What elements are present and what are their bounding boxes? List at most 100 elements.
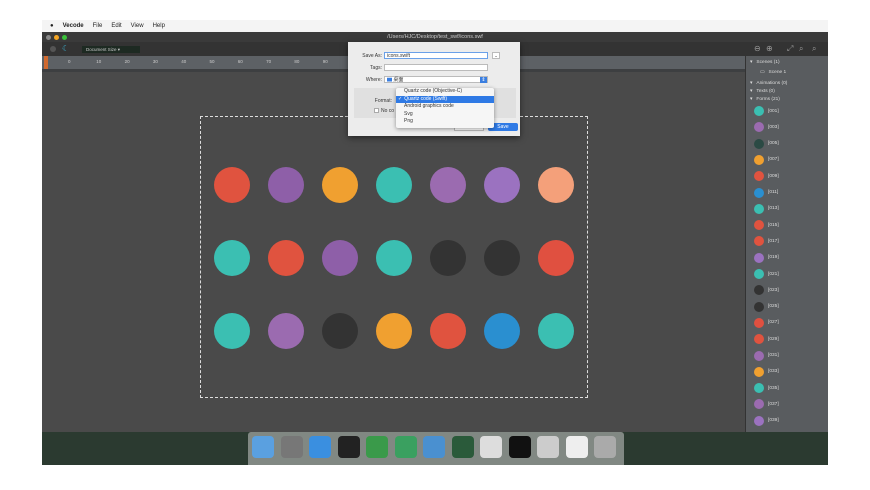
form-icon[interactable] <box>484 240 520 276</box>
disclosure-triangle-icon[interactable]: ▾ <box>750 60 752 65</box>
disclosure-triangle-icon[interactable]: ▾ <box>750 81 752 86</box>
no-color-checkbox[interactable] <box>374 108 379 113</box>
disclosure-triangle-icon[interactable]: ▾ <box>750 89 752 94</box>
zoom-in-icon[interactable]: ⊕ <box>766 44 773 53</box>
dock-app-icon[interactable] <box>337 436 360 458</box>
menu-app[interactable]: Vecode <box>63 23 84 29</box>
form-icon[interactable] <box>484 167 520 203</box>
layer-item[interactable]: [039] <box>754 415 779 426</box>
layer-item[interactable]: [009] <box>754 171 779 182</box>
format-option-label: Png <box>404 118 413 124</box>
format-option[interactable]: Png <box>396 118 494 126</box>
menu-file[interactable]: File <box>93 23 103 29</box>
form-icon[interactable] <box>268 240 304 276</box>
layer-thumbnail-icon <box>754 236 764 247</box>
desktop: ● Vecode File Edit View Help /Users/HJC/… <box>42 20 828 465</box>
close-button[interactable] <box>46 35 51 40</box>
minimize-button[interactable] <box>54 35 59 40</box>
texts-header[interactable]: ▾ Texts (0) <box>750 89 775 94</box>
apple-icon[interactable]: ● <box>50 23 54 29</box>
menu-view[interactable]: View <box>131 23 144 29</box>
layer-label: [037] <box>768 401 779 407</box>
format-option[interactable]: Quartz code (Objective-C) <box>396 88 494 96</box>
save-as-input[interactable]: icons.swift <box>384 52 488 59</box>
form-icon[interactable] <box>322 240 358 276</box>
where-select[interactable]: ▆ 桌面 ⇕ <box>384 76 488 83</box>
animations-header[interactable]: ▾ Animations (0) <box>750 81 787 86</box>
layer-item[interactable]: [037] <box>754 399 779 410</box>
format-option[interactable]: ✓ Quartz code (Swift) <box>396 95 494 103</box>
expand-button[interactable]: ⌄ <box>492 52 500 59</box>
scenes-header[interactable]: ▾ Scenes (1) <box>750 60 780 65</box>
layer-thumbnail-icon <box>754 122 764 133</box>
form-icon[interactable] <box>484 313 520 349</box>
layer-item[interactable]: [001] <box>754 106 779 116</box>
layer-item[interactable]: [015] <box>754 220 779 231</box>
menu-edit[interactable]: Edit <box>111 23 121 29</box>
dock-app-icon[interactable] <box>537 436 559 458</box>
form-icon[interactable] <box>214 240 250 276</box>
form-icon[interactable] <box>430 240 466 276</box>
form-icon[interactable] <box>268 167 304 203</box>
zoom-button[interactable] <box>62 35 67 40</box>
scene-item[interactable]: ▭ Scene 1 <box>760 70 786 75</box>
layer-item[interactable]: [011] <box>754 187 778 198</box>
dock-app-icon[interactable] <box>508 436 531 458</box>
layer-item[interactable]: [017] <box>754 236 779 247</box>
zoom-select[interactable]: Document Size ▾ <box>82 46 140 53</box>
form-icon[interactable] <box>268 313 304 349</box>
form-icon[interactable] <box>376 313 412 349</box>
layer-item[interactable]: [027] <box>754 317 779 328</box>
record-icon[interactable] <box>50 46 56 52</box>
form-icon[interactable] <box>376 167 412 203</box>
dock-app-icon[interactable] <box>480 436 502 458</box>
zoom-out-icon[interactable]: ⊖ <box>754 44 761 53</box>
layer-item[interactable]: [021] <box>754 269 779 279</box>
scene-icon[interactable]: ▭ <box>760 70 765 75</box>
dock-app-icon[interactable] <box>252 436 274 458</box>
layer-item[interactable]: [007] <box>754 154 779 165</box>
form-icon[interactable] <box>376 240 412 276</box>
ruler-tick: 70 <box>266 59 272 64</box>
form-icon[interactable] <box>322 313 358 349</box>
search-icon-2[interactable]: ⌕ <box>812 44 816 54</box>
dock-app-icon[interactable] <box>565 436 588 458</box>
layer-label: [019] <box>768 255 779 261</box>
dock-app-icon[interactable] <box>394 436 417 458</box>
format-option[interactable]: Svg <box>396 111 494 119</box>
form-icon[interactable] <box>538 167 574 203</box>
form-icon[interactable] <box>538 240 574 276</box>
disclosure-triangle-icon[interactable]: ▾ <box>750 97 752 102</box>
form-icon[interactable] <box>430 313 466 349</box>
layer-item[interactable]: [033] <box>754 366 779 377</box>
form-icon[interactable] <box>214 313 250 349</box>
playhead[interactable] <box>44 56 48 69</box>
tags-input[interactable] <box>384 64 488 71</box>
layer-item[interactable]: [005] <box>754 138 779 149</box>
dock-app-icon[interactable] <box>594 436 616 458</box>
layer-item[interactable]: [019] <box>754 252 779 263</box>
layer-item[interactable]: [035] <box>754 383 779 394</box>
layer-item[interactable]: [029] <box>754 334 779 345</box>
form-icon[interactable] <box>214 167 250 203</box>
form-icon[interactable] <box>538 313 574 349</box>
layer-item[interactable]: [003] <box>754 122 779 133</box>
fit-icon[interactable]: ⤢ <box>787 44 793 54</box>
forms-header[interactable]: ▾ Forms (21) <box>750 97 780 102</box>
dock-app-icon[interactable] <box>423 436 445 458</box>
dock-app-icon[interactable] <box>366 436 388 458</box>
layer-label: [027] <box>768 320 779 326</box>
form-icon[interactable] <box>322 167 358 203</box>
search-icon[interactable]: ⌕ <box>799 44 803 54</box>
dock-app-icon[interactable] <box>309 436 331 458</box>
layer-item[interactable]: [013] <box>754 203 779 214</box>
layer-item[interactable]: [025] <box>754 301 779 312</box>
layer-item[interactable]: [031] <box>754 350 779 361</box>
form-icon[interactable] <box>430 167 466 203</box>
dock-app-icon[interactable] <box>280 436 303 458</box>
format-option[interactable]: Android graphics code <box>396 103 494 111</box>
dock-app-icon[interactable] <box>451 436 474 458</box>
moon-icon[interactable]: ☾ <box>62 44 69 53</box>
layer-item[interactable]: [023] <box>754 285 779 296</box>
menu-help[interactable]: Help <box>153 23 165 29</box>
